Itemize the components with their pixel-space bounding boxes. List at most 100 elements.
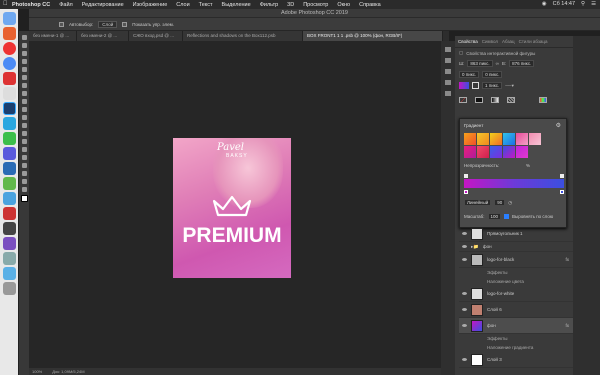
solid-fill-button[interactable] [475, 97, 483, 103]
gradient-tool-icon[interactable] [21, 123, 27, 128]
gradient-preset[interactable] [477, 133, 489, 145]
tab-doc-1[interactable]: без имени-1 @ ... [29, 31, 77, 41]
yandex-icon[interactable] [2, 42, 16, 55]
preview-icon[interactable] [2, 252, 16, 265]
fill-swatch[interactable] [459, 82, 469, 89]
settings-gear-icon[interactable]: ⚙ [556, 122, 561, 129]
path-select-tool-icon[interactable] [21, 163, 27, 168]
clone-panel-icon[interactable] [445, 91, 451, 96]
layer-row[interactable]: logo-for-white [459, 286, 573, 302]
history-panel-icon[interactable] [445, 47, 451, 52]
tab-doc-2[interactable]: без имени-2 @ ... [77, 31, 129, 41]
tab-paragraph-styles[interactable]: Стили абзаца [519, 39, 548, 44]
color-stop-left[interactable] [464, 190, 468, 194]
menu-item-help[interactable]: Справка [359, 2, 381, 8]
utorrent-icon[interactable] [2, 177, 16, 190]
brush-tool-icon[interactable] [21, 91, 27, 96]
gradient-preset[interactable] [503, 133, 515, 145]
trash-icon[interactable] [2, 282, 16, 295]
visibility-eye-icon[interactable] [462, 292, 467, 295]
scale-field[interactable]: 100 [487, 213, 502, 220]
opacity-stop-right[interactable] [560, 174, 564, 178]
blur-tool-icon[interactable] [21, 131, 27, 136]
menu-item-image[interactable]: Изображение [133, 2, 168, 8]
pattern-fill-button[interactable] [507, 97, 515, 103]
angle-field[interactable]: 90 [494, 199, 506, 206]
link-icon[interactable]: ∞ [496, 61, 499, 66]
tab-doc-active[interactable]: BOX FRONT1 1 1 .psb @ 100% (фон, RGB/8*) [303, 31, 443, 41]
eyedropper-tool-icon[interactable] [21, 75, 27, 80]
stroke-swatch[interactable] [472, 82, 479, 89]
layer-effect-item[interactable]: Наложение цвета [459, 277, 573, 286]
hand-tool-icon[interactable] [21, 179, 27, 184]
type-tool-icon[interactable] [21, 155, 27, 160]
filezilla-icon[interactable] [2, 207, 16, 220]
gradient-preset[interactable] [490, 133, 502, 145]
search-icon[interactable]: ⚲ [581, 1, 585, 7]
telegram-icon[interactable] [2, 117, 16, 130]
zoom-level[interactable]: 100% [32, 369, 42, 374]
clock[interactable]: Сб 14:47 [553, 1, 575, 7]
visibility-eye-icon[interactable] [462, 324, 467, 327]
x-field[interactable]: 0 пикс. [459, 71, 480, 78]
gradient-preset[interactable] [490, 146, 502, 158]
foreground-color-swatch[interactable] [20, 195, 28, 202]
menu-item-layers[interactable]: Слои [176, 2, 189, 8]
menu-item-select[interactable]: Выделение [222, 2, 251, 8]
visibility-eye-icon[interactable] [462, 258, 467, 261]
shape-tool-icon[interactable] [21, 171, 27, 176]
gradient-preset[interactable] [503, 146, 515, 158]
tab-doc-3[interactable]: СЖО вход.psd @ ... [129, 31, 183, 41]
fx-icon[interactable]: fx [565, 323, 569, 328]
gradient-preset[interactable] [529, 133, 541, 145]
layer-row[interactable]: Прямоугольник 1 [459, 226, 573, 242]
star-app-icon[interactable] [2, 237, 16, 250]
dodge-tool-icon[interactable] [21, 139, 27, 144]
gradient-preset[interactable] [516, 133, 528, 145]
info-panel-icon[interactable] [445, 58, 451, 63]
layer-effects-row[interactable]: Эффекты [459, 268, 573, 277]
viber-icon[interactable] [2, 147, 16, 160]
opacity-stop-left[interactable] [464, 174, 468, 178]
downloads-folder-icon[interactable] [2, 267, 16, 280]
actions-panel-icon[interactable] [445, 69, 451, 74]
layer-row[interactable]: Слой 6 [459, 302, 573, 318]
visibility-eye-icon[interactable] [462, 358, 467, 361]
document-canvas[interactable]: Pavel BAKSY PREMIUM [173, 138, 291, 278]
launchpad-icon[interactable] [2, 27, 16, 40]
wifi-icon[interactable]: ◉ [542, 1, 547, 7]
marquee-tool-icon[interactable] [21, 43, 27, 48]
finder-icon[interactable] [2, 12, 16, 25]
gradient-style-dropdown[interactable]: Линейный [464, 199, 492, 206]
angle-dial-icon[interactable]: ◷ [508, 200, 512, 206]
layer-row[interactable]: Слой 3 [459, 352, 573, 368]
tab-doc-4[interactable]: Reflections and shadows on the Box112.ps… [183, 31, 303, 41]
visibility-eye-icon[interactable] [462, 308, 467, 311]
layer-effects-row[interactable]: Эффекты [459, 334, 573, 343]
eraser-tool-icon[interactable] [21, 115, 27, 120]
layer-effect-item[interactable]: Наложение градиента [459, 343, 573, 352]
apple-icon[interactable]:  [3, 1, 8, 7]
gradient-bar[interactable] [464, 179, 564, 188]
color-picker-button[interactable] [539, 97, 547, 103]
menu-item-3d[interactable]: 3D [287, 2, 294, 8]
auto-select-checkbox[interactable] [59, 21, 64, 27]
menu-item-text[interactable]: Текст [199, 2, 213, 8]
notes-icon[interactable] [2, 87, 16, 100]
crop-tool-icon[interactable] [21, 67, 27, 72]
layer-group-row[interactable]: ▸📁 фон [459, 242, 573, 252]
brush-panel-icon[interactable] [445, 80, 451, 85]
align-checkbox[interactable] [504, 214, 510, 219]
tab-character[interactable]: Символ [482, 39, 498, 44]
lasso-tool-icon[interactable] [21, 51, 27, 56]
layer-row[interactable]: logo-for-black fx [459, 252, 573, 268]
gradient-preset[interactable] [464, 133, 476, 145]
visibility-eye-icon[interactable] [462, 245, 467, 248]
layer-row-selected[interactable]: фон fx [459, 318, 573, 334]
height-field[interactable]: 876 пикс. [509, 60, 535, 67]
pen-tool-icon[interactable] [21, 147, 27, 152]
menu-item-edit[interactable]: Редактирование [82, 2, 124, 8]
menu-item-filter[interactable]: Фильтр [260, 2, 278, 8]
y-field[interactable]: 0 пикс. [482, 71, 503, 78]
show-controls-checkbox[interactable] [122, 21, 128, 27]
